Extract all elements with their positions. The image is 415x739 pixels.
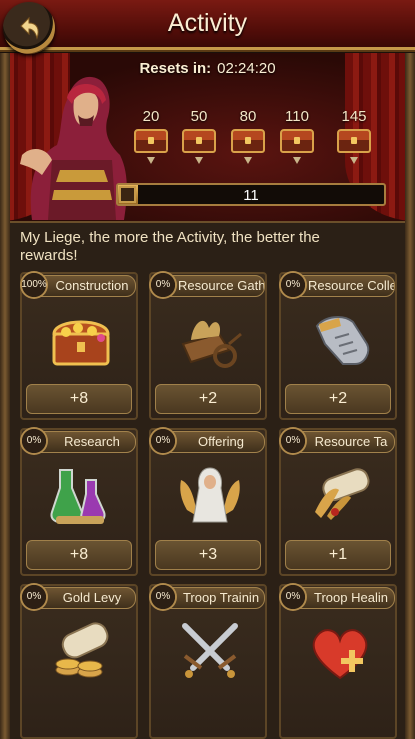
- milestone-2[interactable]: 50: [179, 108, 219, 164]
- progress-percent-badge: 0%: [20, 583, 48, 611]
- task-card-resource-gathering[interactable]: 0% Resource Gathe +2: [149, 271, 267, 420]
- reward-points: +1: [285, 540, 391, 570]
- task-card-resource-collection[interactable]: 0% Resource Colle +2: [279, 271, 397, 420]
- progress-percent-badge: 0%: [149, 427, 177, 455]
- progress-percent-badge: 100%: [20, 271, 48, 299]
- milestone-3[interactable]: 80: [228, 108, 268, 164]
- milestone-value: 145: [341, 108, 367, 125]
- treasure-chest-icon: [134, 129, 168, 153]
- frame-pillar-right: [405, 53, 415, 739]
- reward-points: +2: [155, 384, 261, 414]
- advisor-message: My Liege, the more the Activity, the bet…: [20, 229, 320, 264]
- reward-points: +3: [155, 540, 261, 570]
- gauntlet-icon: [315, 316, 370, 365]
- milestone-value: 110: [285, 108, 309, 125]
- reward-points: +2: [285, 384, 391, 414]
- milestone-4[interactable]: 110: [277, 108, 317, 164]
- task-card-offering[interactable]: 0% Offering +3: [149, 427, 267, 576]
- task-card-construction[interactable]: 100% Construction +8: [20, 271, 138, 420]
- progress-percent-badge: 0%: [149, 271, 177, 299]
- frame-pillar-left: [0, 53, 10, 739]
- milestone-5[interactable]: 145: [334, 108, 374, 164]
- milestone-marker: [293, 157, 301, 164]
- progress-percent-badge: 0%: [279, 271, 307, 299]
- praying-angel-icon: [180, 467, 240, 523]
- reward-points: +8: [26, 384, 132, 414]
- progress-percent-badge: 0%: [279, 427, 307, 455]
- milestone-marker: [195, 157, 203, 164]
- milestone-value: 20: [142, 108, 160, 125]
- treasure-chest-icon: [337, 129, 371, 153]
- back-arrow-icon: [20, 16, 39, 40]
- milestone-marker: [350, 157, 358, 164]
- milestone-marker: [244, 157, 252, 164]
- page-title: Activity: [167, 9, 248, 37]
- crossed-swords-icon: [182, 623, 238, 678]
- reward-points: +8: [26, 540, 132, 570]
- task-card-troop-training[interactable]: 0% Troop Trainin: [149, 583, 267, 739]
- advisor-portrait: [20, 76, 127, 220]
- task-card-research[interactable]: 0% Research +8: [20, 427, 138, 576]
- task-card-gold-levy[interactable]: 0% Gold Levy: [20, 583, 138, 739]
- treasure-chest-icon: [231, 129, 265, 153]
- activity-progress-bar: 11: [116, 183, 386, 206]
- treasure-chest-icon: [182, 129, 216, 153]
- scroll-coins-icon: [55, 622, 109, 678]
- scroll-wheat-icon: [315, 468, 370, 520]
- header-bar: Activity: [0, 0, 415, 50]
- milestone-value: 50: [190, 108, 208, 125]
- back-button[interactable]: [3, 2, 55, 54]
- progress-percent-badge: 0%: [20, 427, 48, 455]
- treasure-chest-icon: [280, 129, 314, 153]
- task-card-troop-healing[interactable]: 0% Troop Healin: [279, 583, 397, 739]
- resource-cart-icon: [181, 320, 242, 368]
- reset-time: 02:24:20: [217, 60, 276, 77]
- milestone-marker: [147, 157, 155, 164]
- milestone-1[interactable]: 20: [131, 108, 171, 164]
- progress-percent-badge: 0%: [279, 583, 307, 611]
- task-card-resource-tax[interactable]: 0% Resource Ta +1: [279, 427, 397, 576]
- reset-label: Resets in:: [139, 60, 212, 77]
- progress-value: 11: [243, 187, 259, 204]
- progress-percent-badge: 0%: [149, 583, 177, 611]
- heart-heal-icon: [312, 629, 368, 680]
- treasure-chest-icon: [52, 320, 110, 366]
- potion-flasks-icon: [50, 469, 106, 524]
- milestone-value: 80: [239, 108, 257, 125]
